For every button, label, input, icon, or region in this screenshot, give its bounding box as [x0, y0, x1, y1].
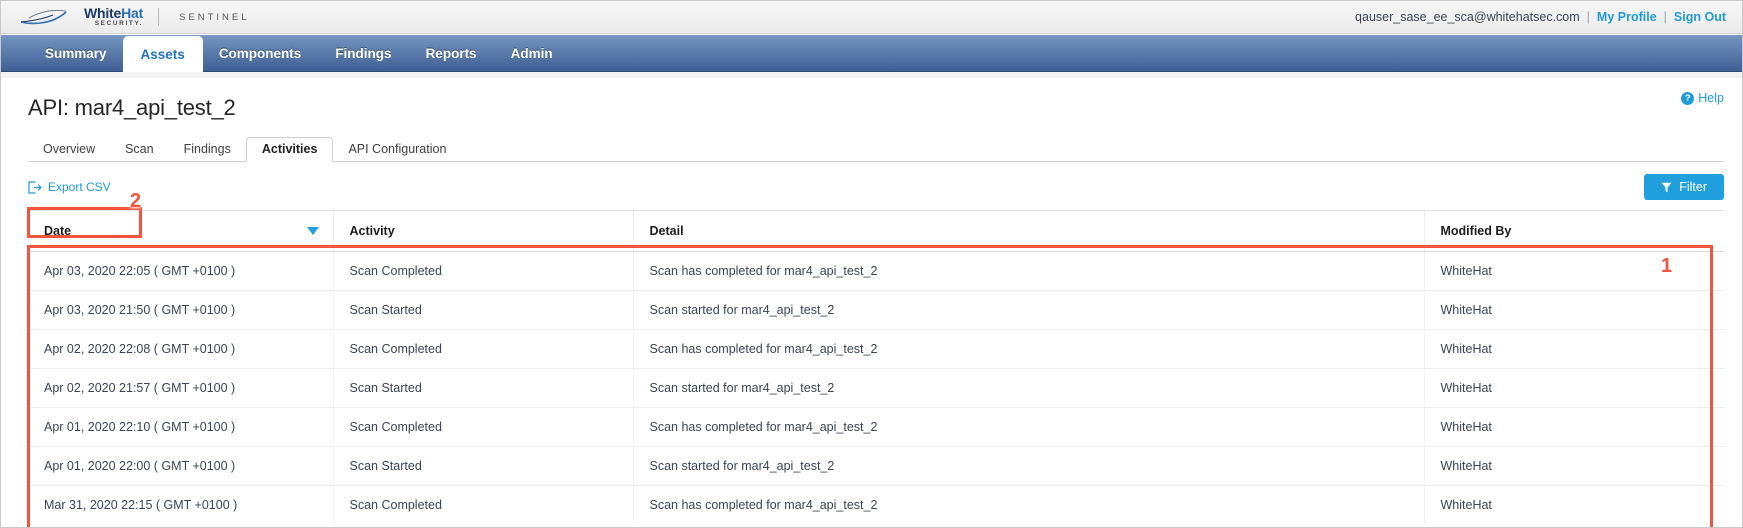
table-row[interactable]: Apr 01, 2020 22:10 ( GMT +0100 ) Scan Co…	[28, 407, 1724, 447]
cell-activity: Scan Completed	[332, 329, 633, 369]
my-profile-link[interactable]: My Profile	[1597, 10, 1657, 24]
page-header: API: mar4_api_test_2 ? Help	[28, 78, 1724, 121]
account-bar: qauser_sase_ee_sca@whitehatsec.com | My …	[1355, 10, 1726, 24]
cell-activity: Scan Completed	[332, 407, 633, 447]
nav-tab-assets[interactable]: Assets	[123, 37, 202, 71]
cell-date: Apr 03, 2020 21:50 ( GMT +0100 )	[28, 290, 333, 330]
cell-modified-by: WhiteHat	[1423, 290, 1724, 330]
top-bar: WhiteHat SECURITY. SENTINEL qauser_sase_…	[1, 1, 1742, 34]
cell-modified-by: WhiteHat	[1423, 251, 1724, 291]
cell-modified-by: WhiteHat	[1423, 446, 1724, 486]
cell-date: Apr 02, 2020 22:08 ( GMT +0100 )	[28, 329, 333, 369]
asset-subtabs: Overview Scan Findings Activities API Co…	[28, 137, 1724, 162]
nav-tab-components[interactable]: Components	[202, 35, 319, 71]
column-header-date[interactable]: Date	[28, 210, 333, 252]
user-email: qauser_sase_ee_sca@whitehatsec.com	[1355, 10, 1580, 24]
export-icon	[28, 180, 42, 194]
cell-modified-by: WhiteHat	[1423, 368, 1724, 408]
nav-tab-admin[interactable]: Admin	[494, 35, 570, 71]
activities-table: Date Activity Detail Modified By Apr 03,…	[28, 210, 1724, 524]
content-area: API: mar4_api_test_2 ? Help Overview Sca…	[1, 72, 1742, 524]
cell-detail: Scan has completed for mar4_api_test_2	[632, 329, 1424, 369]
subtab-findings[interactable]: Findings	[169, 142, 246, 161]
page-title: API: mar4_api_test_2	[28, 95, 236, 120]
table-row[interactable]: Apr 02, 2020 22:08 ( GMT +0100 ) Scan Co…	[28, 329, 1724, 369]
table-toolbar: Export CSV Filter	[28, 164, 1724, 210]
cell-activity: Scan Completed	[332, 251, 633, 291]
table-header-row: Date Activity Detail Modified By	[28, 210, 1724, 252]
column-header-detail[interactable]: Detail	[632, 210, 1424, 252]
column-header-activity[interactable]: Activity	[332, 210, 633, 252]
whitehat-swoosh-icon	[20, 9, 67, 25]
logo-word-white: White	[84, 5, 122, 22]
product-name: SENTINEL	[179, 11, 250, 23]
account-separator-2: |	[1663, 10, 1667, 24]
cell-modified-by: WhiteHat	[1423, 485, 1724, 524]
table-row[interactable]: Apr 02, 2020 21:57 ( GMT +0100 ) Scan St…	[28, 368, 1724, 408]
cell-activity: Scan Completed	[332, 485, 633, 524]
logo-title: WhiteHat	[84, 6, 143, 20]
cell-activity: Scan Started	[332, 446, 633, 486]
help-label: Help	[1698, 91, 1724, 105]
table-row[interactable]: Mar 31, 2020 22:15 ( GMT +0100 ) Scan Co…	[28, 485, 1724, 524]
logo-divider	[158, 8, 160, 26]
cell-detail: Scan started for mar4_api_test_2	[632, 368, 1424, 408]
table-body: Apr 03, 2020 22:05 ( GMT +0100 ) Scan Co…	[28, 251, 1724, 524]
nav-tab-summary[interactable]: Summary	[28, 35, 124, 71]
export-csv-label: Export CSV	[48, 180, 111, 194]
cell-detail: Scan has completed for mar4_api_test_2	[632, 251, 1424, 291]
main-navigation: Summary Assets Components Findings Repor…	[1, 34, 1742, 72]
help-icon: ?	[1681, 91, 1695, 105]
cell-detail: Scan has completed for mar4_api_test_2	[632, 407, 1424, 447]
filter-button[interactable]: Filter	[1644, 174, 1724, 200]
funnel-icon	[1661, 182, 1672, 192]
cell-detail: Scan started for mar4_api_test_2	[632, 290, 1424, 330]
sort-descending-icon[interactable]	[306, 227, 319, 235]
cell-activity: Scan Started	[332, 290, 633, 330]
subtab-api-configuration[interactable]: API Configuration	[333, 142, 461, 161]
logo-word-hat: Hat	[121, 5, 144, 22]
cell-date: Mar 31, 2020 22:15 ( GMT +0100 )	[44, 498, 238, 512]
cell-date: Apr 01, 2020 22:10 ( GMT +0100 )	[28, 407, 333, 447]
cell-modified-by: WhiteHat	[1423, 407, 1724, 447]
column-header-date-label: Date	[44, 224, 72, 238]
cell-detail: Scan has completed for mar4_api_test_2	[632, 485, 1424, 524]
cell-date: Apr 03, 2020 22:05 ( GMT +0100 )	[28, 251, 333, 291]
filter-label: Filter	[1679, 180, 1707, 194]
table-row[interactable]: Apr 03, 2020 22:05 ( GMT +0100 ) Scan Co…	[28, 251, 1724, 291]
cell-modified-by: WhiteHat	[1423, 329, 1724, 369]
whitehat-logo[interactable]: WhiteHat SECURITY. SENTINEL	[19, 6, 250, 28]
nav-tab-reports[interactable]: Reports	[409, 35, 494, 71]
sign-out-link[interactable]: Sign Out	[1674, 10, 1726, 24]
cell-detail: Scan started for mar4_api_test_2	[632, 446, 1424, 486]
export-csv-link[interactable]: Export CSV	[28, 180, 111, 194]
cell-date: Apr 01, 2020 22:00 ( GMT +0100 )	[28, 446, 333, 486]
subtab-activities[interactable]: Activities	[245, 137, 334, 162]
logo-wordmark: WhiteHat SECURITY.	[84, 6, 143, 28]
table-row[interactable]: Apr 01, 2020 22:00 ( GMT +0100 ) Scan St…	[28, 446, 1724, 486]
logo-subtitle: SECURITY.	[94, 20, 144, 28]
app-window: WhiteHat SECURITY. SENTINEL qauser_sase_…	[0, 0, 1743, 528]
nav-tab-findings[interactable]: Findings	[318, 35, 408, 71]
help-link[interactable]: ? Help	[1681, 91, 1724, 105]
subtab-overview[interactable]: Overview	[28, 142, 110, 161]
subtab-scan[interactable]: Scan	[110, 142, 169, 161]
column-header-modified-by[interactable]: Modified By	[1423, 210, 1724, 252]
account-separator-1: |	[1586, 10, 1590, 24]
table-row[interactable]: Apr 03, 2020 21:50 ( GMT +0100 ) Scan St…	[28, 290, 1724, 330]
activities-table-wrapper: Date Activity Detail Modified By Apr 03,…	[28, 210, 1724, 524]
table-head: Date Activity Detail Modified By	[28, 210, 1724, 252]
cell-activity: Scan Started	[332, 368, 633, 408]
cell-date: Apr 02, 2020 21:57 ( GMT +0100 )	[28, 368, 333, 408]
